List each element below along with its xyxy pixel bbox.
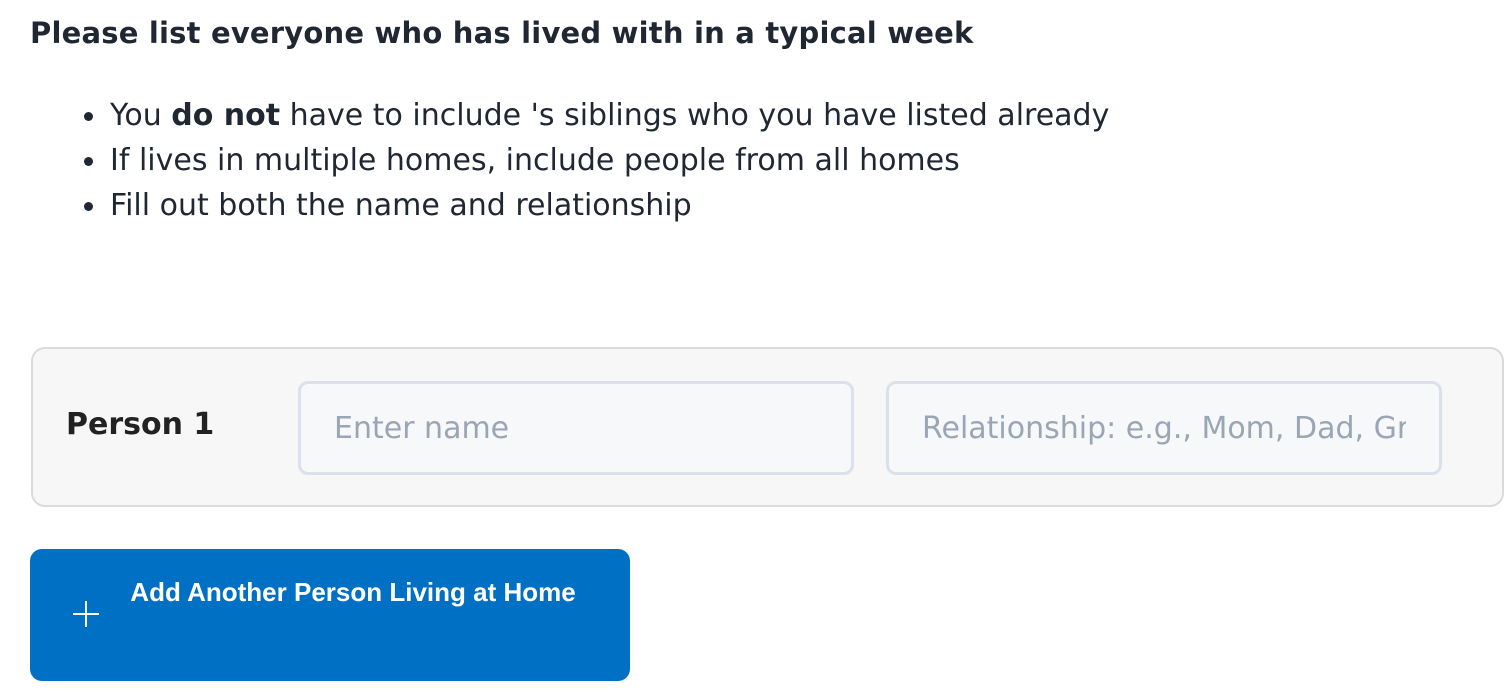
person-card: Person 1	[31, 347, 1504, 507]
page: Please list everyone who has lived with …	[0, 0, 1508, 700]
instruction-text: have to include 's siblings who you have…	[280, 98, 1110, 133]
person-label: Person 1	[66, 407, 215, 442]
plus-icon	[73, 601, 99, 627]
instruction-item: If lives in multiple homes, include peop…	[83, 138, 1109, 183]
instruction-item: Fill out both the name and relationship	[83, 183, 1109, 228]
instruction-list: You do not have to include 's siblings w…	[83, 93, 1110, 228]
name-input[interactable]	[298, 381, 854, 475]
instruction-emphasis: do not	[171, 98, 281, 133]
instruction-item: You do not have to include 's siblings w…	[83, 93, 1110, 138]
relationship-input[interactable]	[886, 381, 1442, 475]
add-person-label: Add Another Person Living at Home	[130, 577, 576, 607]
page-heading: Please list everyone who has lived with …	[30, 16, 974, 50]
add-person-button[interactable]: Add Another Person Living at Home	[30, 549, 630, 681]
instruction-text: You	[110, 98, 172, 133]
